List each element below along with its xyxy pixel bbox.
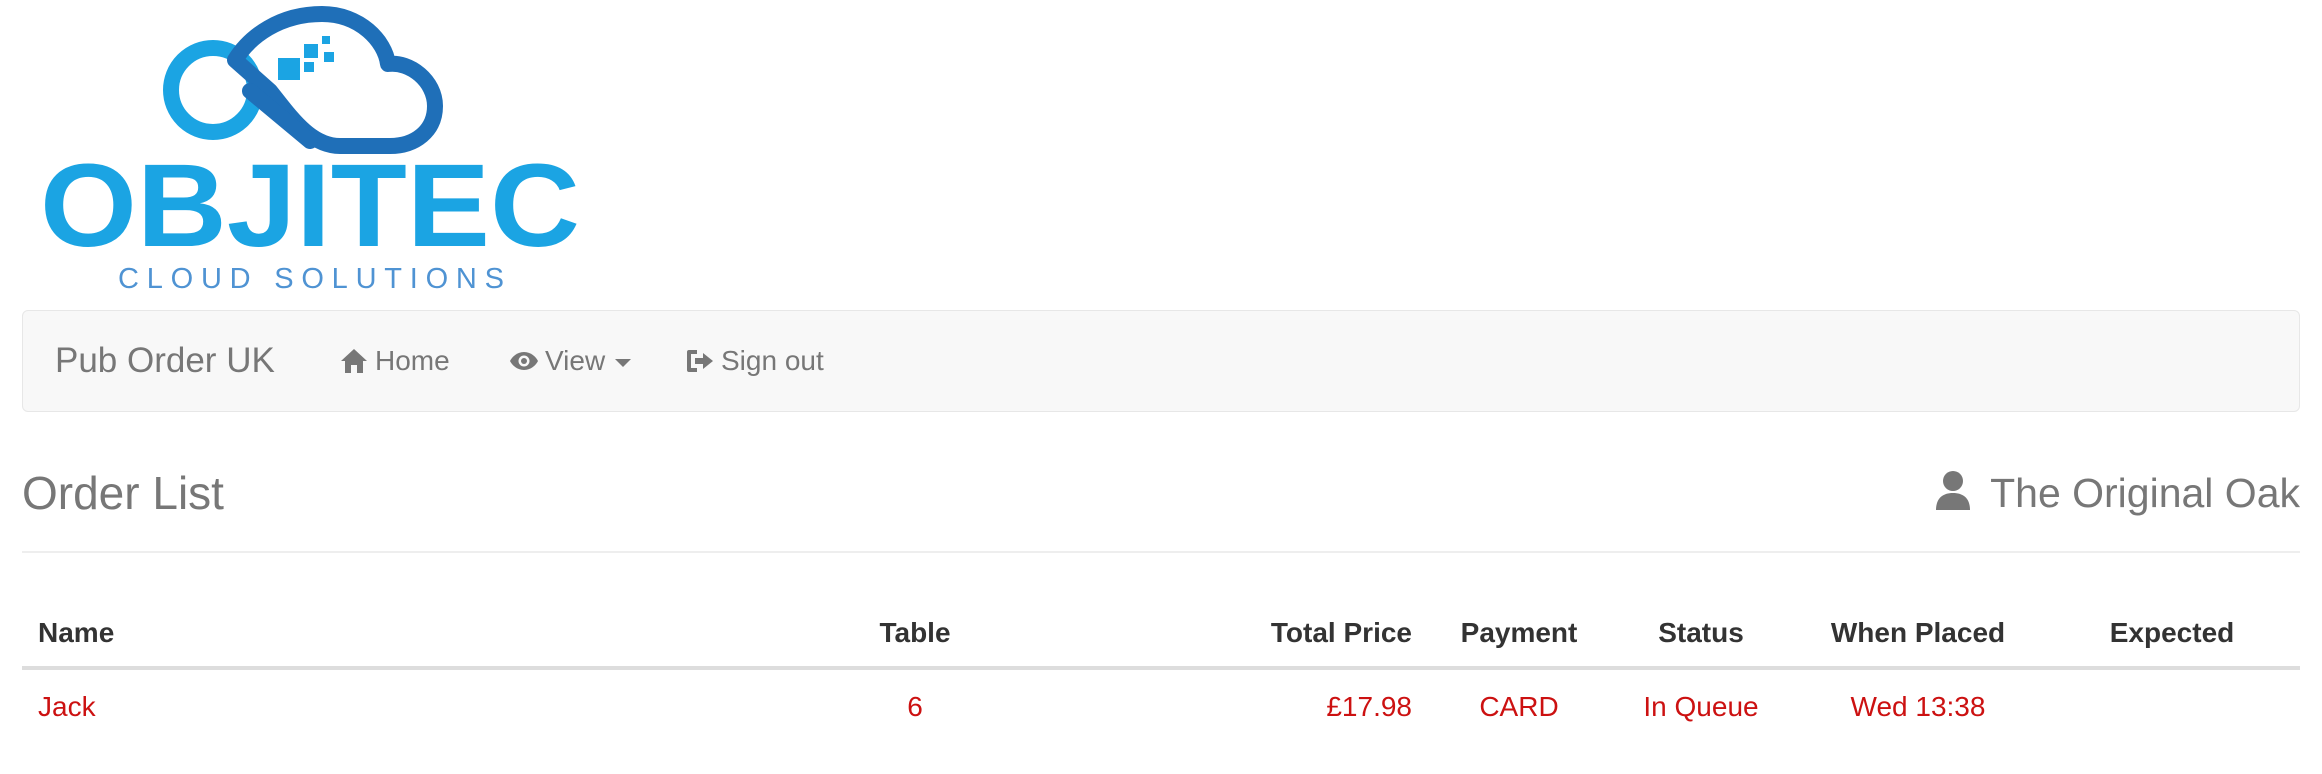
caret-down-icon xyxy=(615,359,632,367)
column-header-expected: Expected xyxy=(2044,600,2300,670)
nav-item-sign-out[interactable]: Sign out xyxy=(685,311,824,411)
cell-total-price: £17.98 xyxy=(1326,691,1412,722)
navbar: Pub Order UK Home View Sign out xyxy=(22,310,2300,412)
nav-item-label: Sign out xyxy=(721,345,824,376)
column-header-total-price: Total Price xyxy=(1006,600,1428,670)
nav-item-view[interactable]: View xyxy=(509,311,632,411)
logo-pixel xyxy=(278,58,300,80)
cell-name: Jack xyxy=(38,691,96,722)
cell-when-placed: Wed 13:38 xyxy=(1850,691,1986,722)
nav-item-label: Home xyxy=(375,345,450,376)
logo-pixel xyxy=(304,62,314,72)
nav-item-home[interactable]: Home xyxy=(339,311,450,411)
column-header-when-placed: When Placed xyxy=(1792,600,2044,670)
user-icon xyxy=(1934,470,1972,517)
page-title: Order List xyxy=(22,467,224,519)
logo-pixel xyxy=(324,52,334,62)
logo-wordmark: OBJITEC xyxy=(40,140,580,272)
cell-table: 6 xyxy=(907,691,923,722)
logo-pixel xyxy=(304,44,318,58)
sign-out-icon xyxy=(685,347,715,375)
header-divider xyxy=(22,551,2300,553)
cell-expected xyxy=(2044,668,2300,744)
objitec-logo: OBJITEC CLOUD SOLUTIONS xyxy=(40,6,590,291)
navbar-brand[interactable]: Pub Order UK xyxy=(55,311,275,411)
venue-label: The Original Oak xyxy=(1990,470,2300,516)
logo-tagline: CLOUD SOLUTIONS xyxy=(118,263,504,291)
venue-name: The Original Oak xyxy=(1934,470,2300,517)
eye-icon xyxy=(509,350,539,372)
table-header-row: Name Table Total Price Payment Status Wh… xyxy=(22,600,2300,670)
column-header-table: Table xyxy=(824,600,1006,670)
column-header-payment: Payment xyxy=(1428,600,1610,670)
logo-pixel xyxy=(322,36,330,44)
objitec-logo-graphic: OBJITEC CLOUD SOLUTIONS xyxy=(40,6,580,291)
table-row[interactable]: Jack 6 £17.98 CARD In Queue Wed 13:38 xyxy=(22,668,2300,744)
cell-status: In Queue xyxy=(1643,691,1759,722)
column-header-name: Name xyxy=(22,600,824,670)
column-header-status: Status xyxy=(1610,600,1792,670)
orders-table: Name Table Total Price Payment Status Wh… xyxy=(22,600,2300,744)
cell-payment: CARD xyxy=(1479,691,1559,722)
nav-item-label: View xyxy=(545,345,606,376)
home-icon xyxy=(339,347,369,375)
logo-cloud xyxy=(227,6,443,154)
